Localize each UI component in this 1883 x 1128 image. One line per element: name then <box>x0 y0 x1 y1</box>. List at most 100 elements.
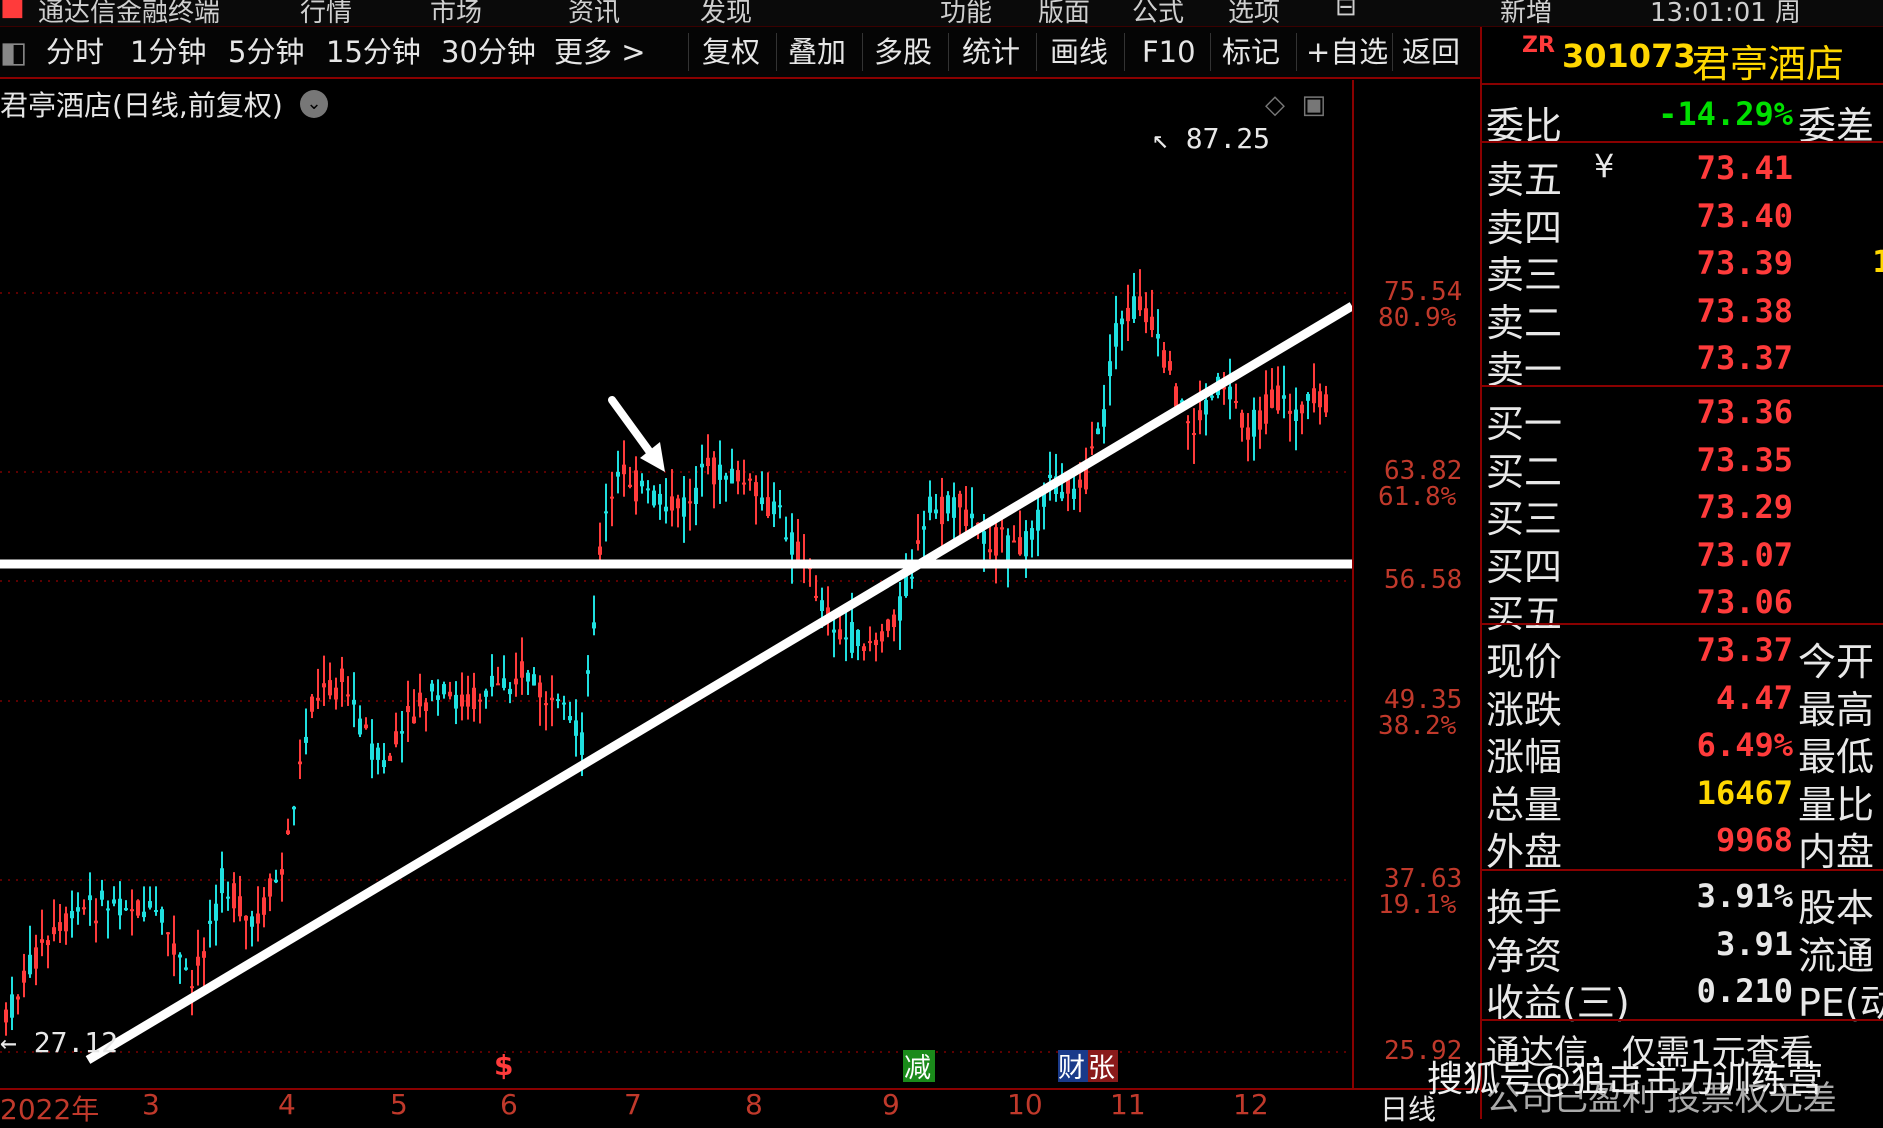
candle-body <box>1060 491 1064 499</box>
tab-more[interactable]: 更多 > <box>554 33 646 71</box>
menu-gongneng[interactable]: 功能 <box>940 0 992 29</box>
candle-body <box>892 614 896 628</box>
tab-5min[interactable]: 5分钟 <box>228 33 304 71</box>
top-menu-bar: ■ 通达信金融终端 行情 市场 资讯 发现 功能 版面 公式 选项 ⊟ 新増 1… <box>0 0 1883 29</box>
candle-body <box>856 629 860 647</box>
menu-app-title[interactable]: 通达信金融终端 <box>38 0 220 29</box>
btn-diejia[interactable]: 叠加 <box>788 33 846 71</box>
candle-body <box>208 920 212 924</box>
candle-body <box>148 901 152 908</box>
candle-body <box>1012 540 1016 543</box>
candle-body <box>1198 410 1202 421</box>
candle-body <box>64 913 68 932</box>
stat2-row-2-value: 0.210 <box>1696 972 1793 1010</box>
candle-body <box>1138 296 1142 311</box>
candle-body <box>154 910 158 913</box>
candle-body <box>160 909 164 923</box>
stat2-row-2: 收益(三) 0.210 PE(动 <box>1482 968 1883 1025</box>
candle-body <box>952 497 956 518</box>
menu-xuanxiang[interactable]: 选项 <box>1228 0 1280 29</box>
candle-body <box>124 908 128 911</box>
menu-shichang[interactable]: 市场 <box>430 0 482 29</box>
stat-row-2: 涨幅 6.49% 最低 <box>1482 722 1883 779</box>
candle-body <box>982 531 986 544</box>
candle-body <box>694 487 698 505</box>
currency-icon[interactable]: ¥ <box>1594 147 1614 185</box>
candle-body <box>400 731 404 734</box>
candle-body <box>754 482 758 497</box>
candle-body <box>52 927 56 935</box>
btn-huaxian[interactable]: 画线 <box>1050 33 1108 71</box>
candle-body <box>130 909 134 912</box>
btn-fuquan[interactable]: 复权 <box>702 33 760 71</box>
candle-body <box>562 702 566 705</box>
candle-body <box>280 869 284 875</box>
x-label-month: 4 <box>278 1088 296 1121</box>
candle-body <box>34 947 38 969</box>
candle-body <box>1228 386 1232 400</box>
candle-body <box>454 694 458 709</box>
candle-body <box>706 457 710 467</box>
low-price-label: ← 27.12 <box>0 1026 118 1059</box>
candle-body <box>610 496 614 499</box>
x-label-month: 12 <box>1233 1088 1269 1121</box>
x-label-month: 9 <box>882 1088 900 1121</box>
candle-body <box>406 705 410 713</box>
candle-body <box>142 911 146 918</box>
candle-body <box>1036 509 1040 531</box>
candle-body <box>778 505 782 508</box>
menu-zixun[interactable]: 资讯 <box>568 0 620 29</box>
clock-display: 13:01:01 周 <box>1650 0 1802 28</box>
candle-body <box>532 674 536 686</box>
candle-body <box>628 484 632 487</box>
high-price-label: ↖ 87.25 <box>1152 122 1270 155</box>
candle-body <box>970 513 974 519</box>
tab-fenshi[interactable]: 分时 <box>46 33 104 71</box>
finance-marker: 财 <box>1058 1053 1085 1084</box>
candle-body <box>718 464 722 480</box>
candle-body <box>634 470 638 502</box>
candle-body <box>4 1009 8 1023</box>
btn-f10[interactable]: F10 <box>1142 33 1196 71</box>
candle-body <box>682 497 686 517</box>
period-toolbar: ◧ 分时 1分钟 5分钟 15分钟 30分钟 更多 > 复权 叠加 多股 统计 … <box>0 27 1480 79</box>
candle-body <box>214 903 218 921</box>
candle-body <box>1114 323 1118 347</box>
btn-add-watchlist[interactable]: +自选 <box>1306 33 1388 71</box>
menu-icon[interactable]: ⊟ <box>1335 0 1357 22</box>
candle-body <box>1090 446 1094 449</box>
sell-row-2: 卖二 73.38 <box>1482 288 1883 345</box>
candle-body <box>766 497 770 517</box>
btn-back[interactable]: 返回 <box>1402 33 1460 71</box>
tab-30min[interactable]: 30分钟 <box>441 33 536 71</box>
tab-1min[interactable]: 1分钟 <box>130 33 206 71</box>
stock-code: 301073 <box>1562 37 1696 75</box>
stat-row-3: 总量 16467 量比 <box>1482 770 1883 827</box>
candle-body <box>844 637 848 640</box>
stat2-row-0-value: 3.91% <box>1696 877 1793 915</box>
candlestick-chart[interactable]: ↖ 87.25 ← 27.12 $ 减 财张 <box>0 80 1352 1088</box>
btn-biaoji[interactable]: 标记 <box>1222 33 1280 71</box>
menu-new[interactable]: 新増 <box>1500 0 1552 29</box>
menu-faxian[interactable]: 发现 <box>700 0 752 29</box>
candle-body <box>448 691 452 697</box>
candle-body <box>544 703 548 706</box>
menu-banmian[interactable]: 版面 <box>1038 0 1090 29</box>
candle-body <box>118 898 122 916</box>
stat-row-2-value: 6.49% <box>1696 726 1793 764</box>
btn-duogu[interactable]: 多股 <box>874 33 932 71</box>
panel-toggle-icon[interactable]: ◧ <box>0 33 27 71</box>
btn-tongji[interactable]: 统计 <box>962 33 1020 71</box>
tab-15min[interactable]: 15分钟 <box>326 33 421 71</box>
stat-row-4: 外盘 9968 内盘 <box>1482 817 1883 874</box>
x-label-month: 8 <box>745 1088 763 1121</box>
menu-gongshi[interactable]: 公式 <box>1132 0 1184 29</box>
candle-body <box>898 596 902 621</box>
menu-hangqing[interactable]: 行情 <box>300 0 352 29</box>
x-label-month: 11 <box>1110 1088 1146 1121</box>
candle-body <box>1120 318 1124 325</box>
watermark: 搜狐号@狙击主力训练营 <box>1427 1059 1824 1100</box>
candle-body <box>256 913 260 924</box>
stock-name: 君亭酒店 <box>1692 42 1845 86</box>
candle-body <box>250 916 254 927</box>
